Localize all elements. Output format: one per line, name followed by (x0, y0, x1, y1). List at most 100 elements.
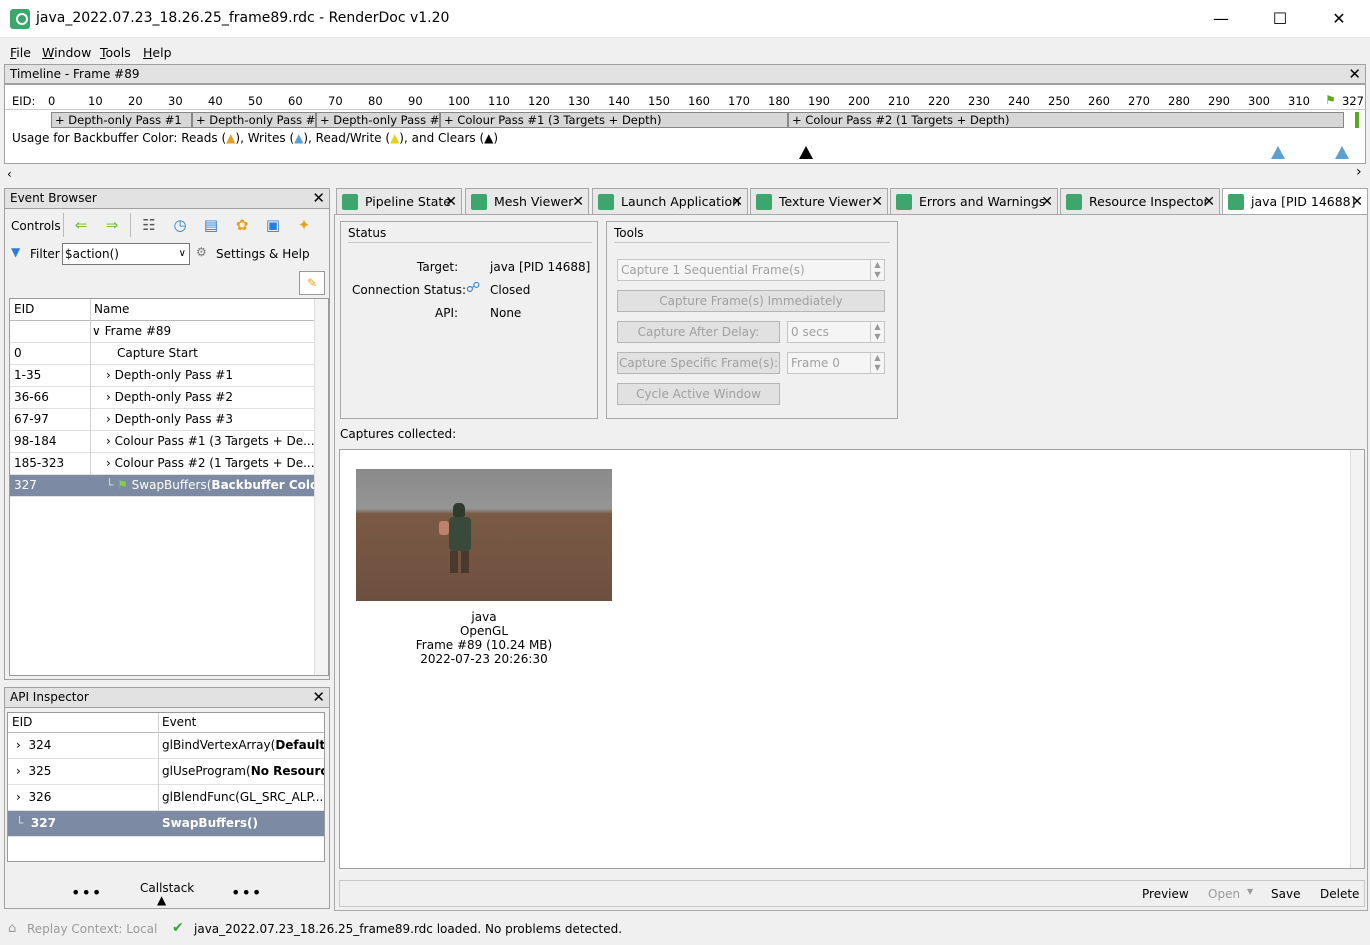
clock-icon[interactable]: ◷ (170, 215, 190, 235)
spinner-arrows-icon[interactable]: ▲ ▼ (870, 322, 884, 342)
tree-row-selected[interactable]: 327 └ ⚑ SwapBuffers(Backbuffer Colo (10, 475, 319, 497)
chevron-down-icon[interactable]: ∨ (92, 324, 101, 338)
tab-pipeline-state[interactable]: Pipeline State ✕ (336, 188, 462, 214)
settings-help-link[interactable]: Settings & Help (216, 247, 310, 261)
callstack-expand-icon[interactable]: ▲ (157, 893, 166, 907)
chevron-right-icon[interactable]: › (16, 764, 21, 778)
col-name-header[interactable]: Name (94, 299, 320, 320)
chevron-down-icon[interactable]: ∨ (179, 244, 186, 264)
frame-spinner[interactable]: Frame 0 ▲ ▼ (787, 352, 885, 374)
event-tree[interactable]: EID Name ∨ Frame #89 0 Capture Start 1-35… (9, 298, 329, 676)
close-window-button[interactable]: ✕ (1316, 4, 1362, 34)
tab-resource-inspector[interactable]: Resource Inspector ✕ (1060, 188, 1220, 214)
tab-mesh-viewer[interactable]: Mesh Viewer ✕ (465, 188, 589, 214)
close-icon[interactable]: ✕ (312, 189, 325, 207)
menu-help[interactable]: Help (143, 45, 172, 60)
save-button[interactable]: Save (1271, 887, 1300, 901)
callstack-label[interactable]: Callstack (140, 881, 194, 895)
api-row-selected[interactable]: └ 327 SwapBuffers() (8, 811, 324, 837)
find-icon[interactable]: ☷ (139, 215, 159, 235)
menu-file[interactable]: File (10, 45, 31, 60)
chevron-down-icon[interactable]: ▼ (1247, 887, 1253, 896)
chevron-right-icon[interactable]: › (106, 368, 111, 382)
bookmark-icon[interactable]: ✿ (232, 215, 252, 235)
col-eid-header[interactable]: EID (14, 299, 34, 320)
event-browser-panel: Event Browser ✕ Controls ⇐ ⇒ ☷ ◷ ▤ ✿ ▣ ✦… (4, 188, 330, 680)
notes-icon[interactable]: ✎ (299, 271, 325, 295)
tree-row[interactable]: 1-35 › Depth-only Pass #1 (10, 365, 316, 387)
tab-errors-warnings[interactable]: Errors and Warnings ✕ (890, 188, 1058, 214)
api-row[interactable]: › 325 glUseProgram(No Resource (8, 759, 324, 785)
cycle-window-button[interactable]: Cycle Active Window (617, 383, 780, 405)
pass-colour-1[interactable]: + Colour Pass #1 (3 Targets + Depth) (440, 112, 788, 128)
chevron-right-icon[interactable]: › (16, 738, 21, 752)
capture-specific-button[interactable]: Capture Specific Frame(s): (617, 352, 780, 374)
open-button[interactable]: Open (1208, 887, 1240, 901)
close-icon[interactable]: ✕ (1203, 189, 1215, 215)
delay-spinner[interactable]: 0 secs ▲ ▼ (787, 321, 885, 343)
splitter-handle-icon[interactable]: ••• (71, 883, 102, 902)
close-icon[interactable]: ✕ (1348, 65, 1361, 83)
api-call-list[interactable]: EID Event › 324 glBindVertexArray(Default… (7, 712, 325, 862)
splitter-handle-icon[interactable]: ••• (231, 883, 262, 902)
save-icon[interactable]: ▣ (263, 215, 283, 235)
timeline-panel[interactable]: EID: 0 10 20 30 40 50 60 70 80 90 100 110 120 130 140 1… (4, 84, 1367, 181)
close-icon[interactable]: ✕ (871, 189, 883, 215)
forward-arrow-icon[interactable]: ⇒ (102, 215, 122, 235)
tree-row[interactable]: 0 Capture Start (10, 343, 316, 365)
spinner-arrows-icon[interactable]: ▲ ▼ (870, 260, 884, 280)
api-row[interactable]: › 324 glBindVertexArray(Default V (8, 733, 324, 759)
back-arrow-icon[interactable]: ⇐ (71, 215, 91, 235)
api-row[interactable]: › 326 glBlendFunc(GL_SRC_ALP... (8, 785, 324, 811)
filter-input[interactable]: $action() ∨ (62, 243, 190, 265)
capture-thumbnail[interactable] (356, 469, 612, 601)
capture-item-info[interactable]: java OpenGL Frame #89 (10.24 MB) 2022-07… (356, 610, 612, 666)
tree-row[interactable]: ∨ Frame #89 (10, 321, 316, 343)
scroll-left-icon[interactable]: ‹ (7, 167, 12, 181)
menu-tools[interactable]: Tools (100, 45, 131, 60)
close-icon[interactable]: ✕ (445, 189, 457, 215)
col-eid-header[interactable]: EID (12, 713, 32, 732)
tree-scrollbar[interactable] (314, 299, 328, 675)
close-icon[interactable]: ✕ (1041, 189, 1053, 215)
tree-row[interactable]: 185-323 › Colour Pass #2 (1 Targets + De.… (10, 453, 316, 475)
captures-scrollbar[interactable] (1350, 450, 1364, 868)
close-icon[interactable]: ✕ (312, 688, 325, 706)
bar-chart-icon[interactable]: ▤ (201, 215, 221, 235)
minimize-button[interactable]: — (1198, 4, 1244, 34)
tab-launch-application[interactable]: Launch Application ✕ (592, 188, 748, 214)
tree-row[interactable]: 36-66 › Depth-only Pass #2 (10, 387, 316, 409)
menu-window[interactable]: Window (42, 45, 91, 60)
chevron-right-icon[interactable]: › (106, 412, 111, 426)
delete-button[interactable]: Delete (1320, 887, 1359, 901)
gear-icon[interactable]: ⚙ (196, 245, 207, 259)
tree-row[interactable]: 67-97 › Depth-only Pass #3 (10, 409, 316, 431)
chevron-right-icon[interactable]: › (16, 790, 21, 804)
chevron-right-icon[interactable]: › (106, 456, 111, 470)
pass-depth-1[interactable]: + Depth-only Pass #1 (51, 112, 192, 128)
close-icon[interactable]: ✕ (731, 189, 743, 215)
timeline-tick: 160 (688, 94, 710, 108)
close-icon[interactable]: ✕ (572, 189, 584, 215)
maximize-button[interactable]: ☐ (1257, 4, 1303, 34)
pass-depth-3[interactable]: + Depth-only Pass #3 (316, 112, 440, 128)
chevron-right-icon[interactable]: › (106, 434, 111, 448)
row-name-bold: Backbuffer Colo (211, 478, 319, 492)
sequential-frames-spinner[interactable]: Capture 1 Sequential Frame(s) ▲ ▼ (617, 259, 885, 281)
spinner-arrows-icon[interactable]: ▲ ▼ (870, 353, 884, 373)
preview-button[interactable]: Preview (1142, 887, 1189, 901)
reads-triangle-icon: ▲ (226, 131, 236, 145)
close-icon[interactable]: ✕ (1351, 189, 1363, 215)
scroll-right-icon[interactable]: › (1356, 164, 1362, 180)
tab-texture-viewer[interactable]: Texture Viewer ✕ (750, 188, 888, 214)
pass-colour-2[interactable]: + Colour Pass #2 (1 Targets + Depth) (788, 112, 1344, 128)
chevron-right-icon[interactable]: › (106, 390, 111, 404)
star-icon[interactable]: ✦ (294, 215, 314, 235)
tab-java-pid[interactable]: java [PID 14688] ✕ (1222, 188, 1368, 215)
capture-immediately-button[interactable]: Capture Frame(s) Immediately (617, 290, 885, 312)
pass-depth-2[interactable]: + Depth-only Pass #2 (192, 112, 316, 128)
tree-row[interactable]: 98-184 › Colour Pass #1 (3 Targets + De..… (10, 431, 316, 453)
event-browser-title: Event Browser (10, 191, 97, 205)
capture-after-delay-button[interactable]: Capture After Delay: (617, 321, 780, 343)
api-value: None (490, 306, 522, 320)
